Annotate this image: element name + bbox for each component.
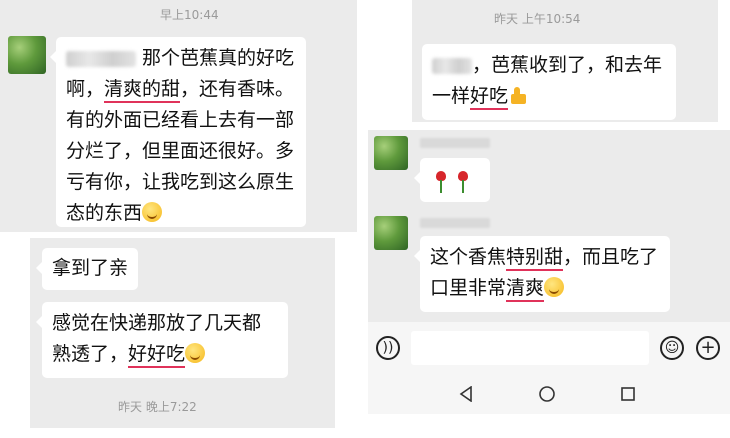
- chat-panel-3: 昨天 上午10:54 ，芭蕉收到了，和去年一样好吃: [412, 0, 718, 122]
- chat-panel-4: 这个香焦特别甜，而且吃了口里非常清爽: [368, 130, 730, 322]
- plus-icon[interactable]: +: [696, 336, 720, 360]
- rose-icon: [434, 169, 448, 195]
- chat-panel-1: 早上10:44 那个芭蕉真的好吃啊，清爽的甜，还有香味。有的外面已经看上去有一部…: [0, 0, 357, 232]
- highlight-text: 好好吃: [128, 343, 186, 368]
- smiley-icon[interactable]: ☺: [660, 336, 684, 360]
- message-bubble[interactable]: 那个芭蕉真的好吃啊，清爽的甜，还有香味。有的外面已经看上去有一部分烂了，但里面还…: [50, 37, 306, 227]
- message-bubble[interactable]: ，芭蕉收到了，和去年一样好吃: [422, 44, 676, 120]
- highlight-text: 好吃: [470, 85, 509, 110]
- back-icon[interactable]: [458, 386, 474, 402]
- message-bubble[interactable]: [414, 158, 490, 202]
- message-bubble[interactable]: 这个香焦特别甜，而且吃了口里非常清爽: [414, 236, 670, 312]
- thumbs-up-icon: [508, 85, 528, 105]
- blush-emoji-icon: [142, 202, 163, 222]
- message-bubble[interactable]: 感觉在快递那放了几天都熟透了，好好吃: [36, 302, 288, 378]
- recent-apps-icon[interactable]: [620, 386, 636, 402]
- blurred-name: [66, 50, 136, 67]
- blurred-sender-name: [420, 138, 490, 148]
- highlight-text: 清爽: [506, 277, 545, 302]
- message-bubble[interactable]: 拿到了亲: [36, 248, 138, 290]
- home-icon[interactable]: [538, 385, 556, 403]
- timestamp: 昨天 上午10:54: [494, 12, 581, 26]
- message-input[interactable]: [411, 331, 649, 365]
- thinking-emoji-icon: [185, 343, 206, 363]
- message-text: 这个香焦: [430, 246, 507, 268]
- avatar[interactable]: [374, 216, 408, 250]
- rose-icon: [456, 169, 470, 195]
- highlight-text: 特别甜: [506, 246, 564, 271]
- timestamp: 早上10:44: [160, 8, 219, 22]
- grin-emoji-icon: [544, 277, 565, 297]
- blurred-name: [432, 57, 472, 74]
- avatar[interactable]: [374, 136, 408, 170]
- avatar[interactable]: [8, 36, 46, 74]
- timestamp: 昨天 晚上7:22: [118, 400, 197, 414]
- highlight-text: 清爽的甜: [104, 78, 181, 103]
- blurred-sender-name: [420, 218, 490, 228]
- chat-panel-2: 拿到了亲 感觉在快递那放了几天都熟透了，好好吃 昨天 晚上7:22: [30, 238, 335, 428]
- message-text: 拿到了亲: [52, 257, 129, 279]
- voice-icon[interactable]: )): [376, 336, 400, 360]
- system-nav-bar: [368, 374, 730, 414]
